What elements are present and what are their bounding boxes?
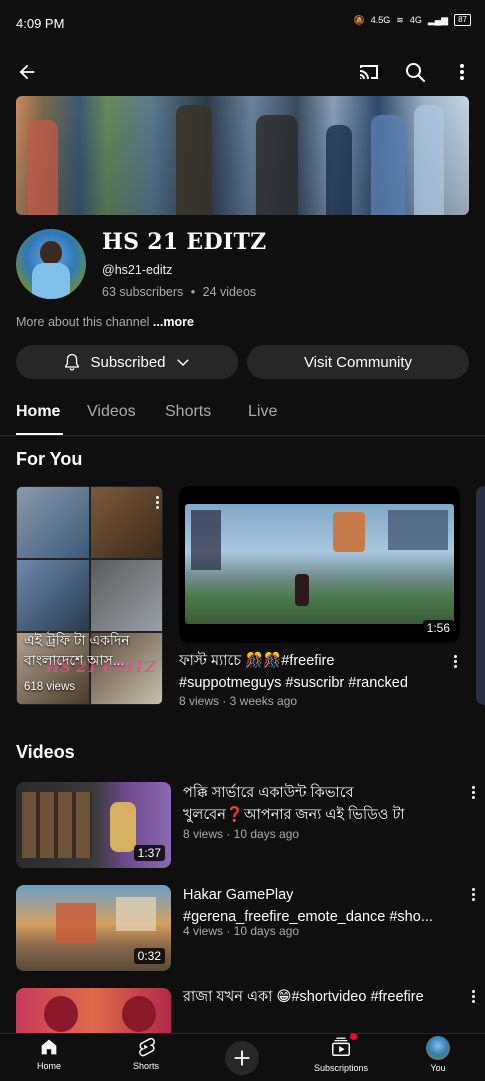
avatar-icon: [426, 1036, 450, 1060]
cell-signal-icon: ▂▄▆: [427, 14, 449, 25]
featured-video-meta: 8 views · 3 weeks ago: [179, 694, 298, 708]
video-title: Hakar GamePlay #gerena_freefire_emote_da…: [183, 887, 433, 925]
arrow-left-icon: [19, 64, 35, 80]
mute-icon: 🔕: [353, 14, 365, 25]
more-vert-icon: [468, 990, 478, 1003]
nav-create-button[interactable]: [225, 1041, 259, 1075]
more-vert-icon: [450, 655, 460, 668]
nav-subscriptions[interactable]: Subscriptions: [306, 1033, 376, 1073]
cast-icon: [360, 65, 378, 79]
nav-you[interactable]: You: [403, 1036, 473, 1073]
wifi-icon: ≋: [396, 14, 404, 25]
nav-shorts[interactable]: Shorts: [111, 1036, 181, 1071]
status-icons: 🔕 4.5G ≋ 4G ▂▄▆ 87: [354, 14, 471, 26]
channel-stats: 63 subscribers • 24 videos: [102, 285, 256, 299]
featured-video-menu-button[interactable]: [450, 655, 460, 668]
subscriptions-icon: [332, 1037, 350, 1056]
search-button[interactable]: [401, 58, 429, 86]
short-card[interactable]: HS 21 EDITZ: [16, 486, 163, 705]
nav-home-label: Home: [36, 1061, 61, 1071]
nav-subscriptions-label: Subscriptions: [313, 1063, 369, 1073]
nav-home[interactable]: Home: [14, 1036, 84, 1071]
video-meta: 4 views · 10 days ago: [183, 924, 300, 938]
visit-community-label: Visit Community: [303, 353, 413, 371]
tab-home[interactable]: Home: [16, 403, 60, 421]
shorts-icon: [139, 1037, 156, 1057]
subscribed-button[interactable]: Subscribed: [16, 345, 238, 379]
chevron-down-icon: [176, 359, 189, 367]
status-bar: 4:09 PM 🔕 4.5G ≋ 4G ▂▄▆ 87: [0, 0, 485, 46]
video-thumbnail[interactable]: 0:32: [16, 885, 171, 971]
short-title: এই ট্রফি টা একদিন বাংলাদেশে আস...: [24, 632, 130, 668]
stats-separator: •: [190, 285, 196, 299]
for-you-heading: For You: [16, 449, 83, 469]
about-channel-link[interactable]: More about this channel ...more: [16, 315, 194, 329]
bell-icon: [65, 353, 80, 371]
video-title: পক্কি সার্ভারে একাউন্ট কিভাবে খুলবেন❓আপন…: [183, 785, 405, 823]
more-vert-icon: [152, 496, 162, 509]
subscribed-label: Subscribed: [90, 353, 166, 371]
featured-video-image: [185, 504, 454, 624]
video-thumbnail[interactable]: 1:37: [16, 782, 171, 868]
video-meta: 8 views · 10 days ago: [183, 827, 300, 841]
video-menu-button[interactable]: [468, 786, 478, 799]
channel-handle: @hs21-editz: [102, 263, 173, 277]
featured-video-thumbnail[interactable]: 1:56: [179, 486, 460, 643]
short-views: 618 views: [24, 681, 76, 693]
video-menu-button[interactable]: [468, 990, 478, 1003]
more-vert-icon: [468, 786, 478, 799]
subscriber-count: 63 subscribers: [102, 285, 184, 299]
video-duration: 0:32: [133, 948, 165, 964]
about-prefix: More about this channel: [16, 315, 150, 329]
create-plus-icon: [234, 1050, 250, 1066]
status-time: 4:09 PM: [16, 16, 65, 31]
more-options-button[interactable]: [448, 58, 476, 86]
nav-you-label: You: [430, 1063, 446, 1073]
subscriptions-icon-wrap: [330, 1033, 357, 1060]
tab-videos[interactable]: Videos: [87, 403, 136, 421]
channel-name: HS 21 EDITZ: [102, 229, 267, 255]
network-text: 4G: [409, 15, 422, 25]
nav-shorts-label: Shorts: [132, 1061, 159, 1071]
channel-banner: [16, 96, 469, 215]
video-count: 24 videos: [202, 285, 257, 299]
about-more: ...more: [152, 315, 194, 329]
video-menu-button[interactable]: [468, 888, 478, 901]
signal-text: 4.5G: [370, 15, 391, 25]
home-icon: [41, 1039, 57, 1055]
videos-heading: Videos: [16, 742, 75, 762]
featured-video-title: ফাস্ট ম্যাচে 🎊🎊#freefire #suppotmeguys #…: [179, 653, 408, 691]
tab-live[interactable]: Live: [248, 403, 277, 421]
channel-avatar[interactable]: [16, 229, 86, 299]
cast-button[interactable]: [355, 58, 383, 86]
short-menu-button[interactable]: [152, 496, 162, 509]
search-icon: [406, 63, 425, 82]
tabs-divider: [0, 435, 485, 436]
tab-shorts[interactable]: Shorts: [165, 403, 211, 421]
visit-community-button[interactable]: Visit Community: [247, 345, 469, 379]
next-card-peek: [476, 486, 485, 705]
video-title: রাজা যখন একা 😁#shortvideo #freefire: [183, 989, 424, 1005]
back-button[interactable]: [13, 58, 41, 86]
featured-video-duration: 1:56: [422, 620, 454, 636]
more-vert-icon: [460, 64, 464, 80]
more-vert-icon: [468, 888, 478, 901]
battery-icon: 87: [454, 14, 471, 26]
active-tab-indicator: [16, 433, 63, 435]
video-duration: 1:37: [133, 845, 165, 861]
notification-dot: [350, 1033, 357, 1040]
